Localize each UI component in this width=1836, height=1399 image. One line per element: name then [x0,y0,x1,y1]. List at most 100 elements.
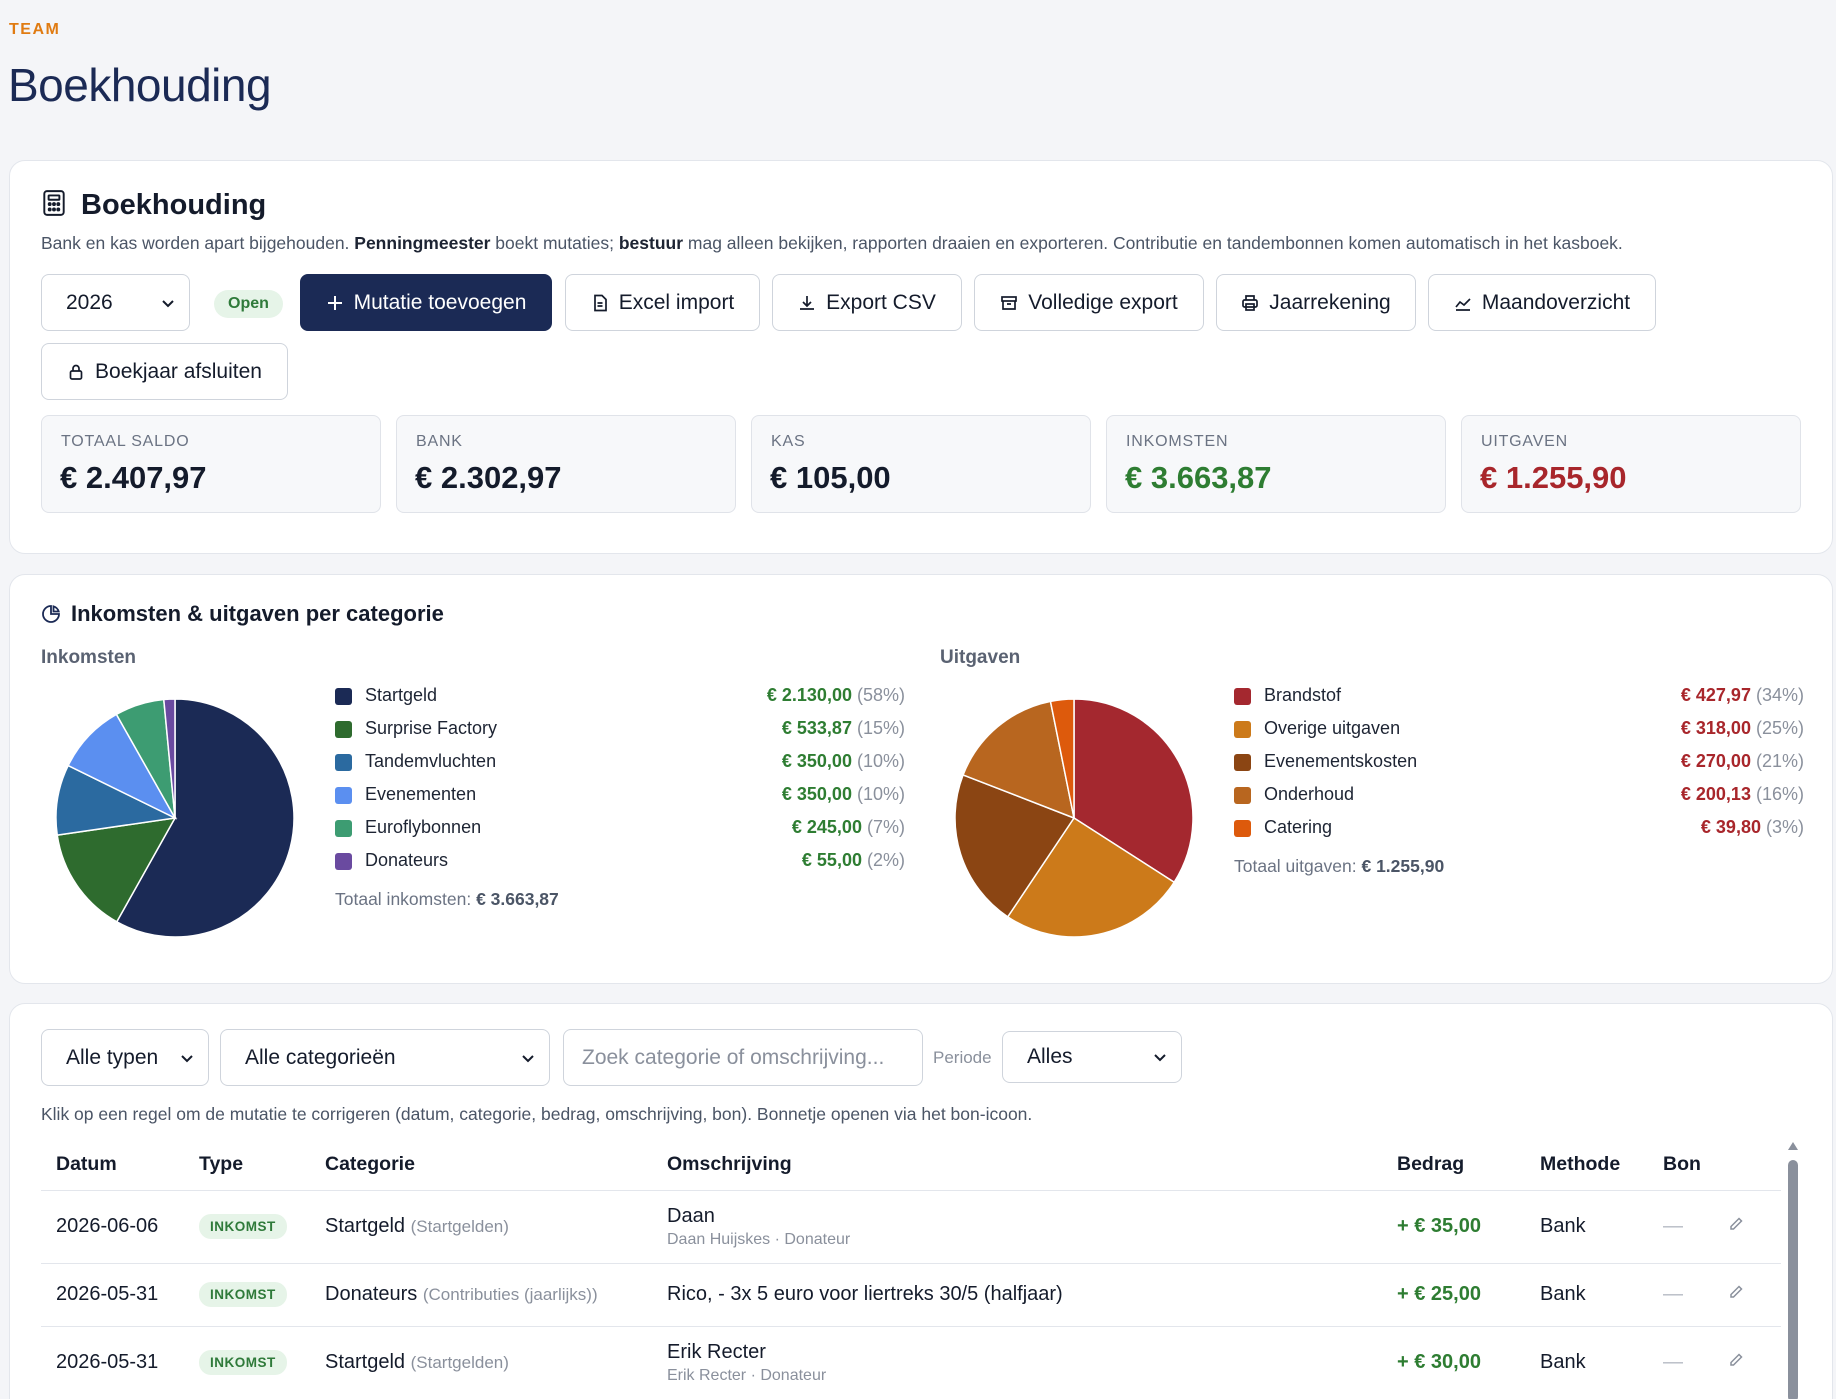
period-select[interactable]: Alles [1002,1031,1182,1083]
category-filter-select[interactable]: Alle categorieën [220,1029,550,1086]
chevron-down-icon [181,1054,193,1062]
cell-receipt[interactable]: — [1663,1190,1728,1264]
file-icon [593,294,607,311]
cell-amount: + € 25,00 [1397,1263,1540,1327]
cell-type: INKOMST [199,1263,325,1327]
legend-item: Tandemvluchten € 350,00 (10%) [335,749,905,782]
type-badge: INKOMST [199,1282,287,1307]
table-scrollbar[interactable] [1787,1142,1799,1399]
column-header-method[interactable]: Methode [1540,1139,1663,1191]
income-subtitle: Inkomsten [41,647,137,668]
cell-category: Donateurs (Contributies (jaarlijks)) [325,1263,667,1327]
archive-icon [1001,295,1018,310]
legend-item: Evenementskosten € 270,00 (21%) [1234,749,1804,782]
pencil-icon[interactable] [1728,1352,1744,1368]
column-header-description[interactable]: Omschrijving [667,1139,1397,1191]
cell-method: Bank [1540,1263,1663,1327]
status-badge: Open [214,290,283,318]
mutations-table: Datum Type Categorie Omschrijving Bedrag… [41,1139,1781,1399]
close-fiscal-year-button[interactable]: Boekjaar afsluiten [41,343,288,400]
export-csv-button[interactable]: Export CSV [772,274,962,331]
legend-label: Catering [1264,817,1333,837]
cell-actions [1728,1326,1781,1399]
legend-label: Evenementen [365,784,477,804]
legend-item: Euroflybonnen € 245,00 (7%) [335,815,905,848]
stat-label: INKOMSTEN [1126,433,1229,450]
eyebrow: TEAM [9,21,61,38]
legend-item: Surprise Factory € 533,87 (15%) [335,716,905,749]
cell-date: 2026-05-31 [41,1326,199,1399]
pencil-icon[interactable] [1728,1216,1744,1232]
stat-total-balance: TOTAAL SALDO € 2.407,97 [41,415,381,513]
legend-swatch [1234,754,1251,771]
table-row[interactable]: 2026-05-31 INKOMST Startgeld (Startgelde… [41,1326,1781,1399]
card-title: Boekhouding [81,189,267,221]
legend-swatch [335,754,352,771]
charts-title: Inkomsten & uitgaven per categorie [71,601,444,626]
legend-item: Startgeld € 2.130,00 (58%) [335,683,905,716]
cell-actions [1728,1190,1781,1264]
pencil-icon[interactable] [1728,1284,1744,1300]
search-input[interactable]: Zoek categorie of omschrijving... [563,1029,923,1086]
type-badge: INKOMST [199,1350,287,1375]
column-header-date[interactable]: Datum [41,1139,199,1191]
legend-item: Catering € 39,80 (3%) [1234,815,1804,848]
cell-receipt[interactable]: — [1663,1263,1728,1327]
cell-receipt[interactable]: — [1663,1326,1728,1399]
type-filter-select[interactable]: Alle typen [41,1029,209,1086]
stat-value: € 105,00 [770,460,891,495]
legend-swatch [1234,820,1251,837]
stat-value: € 1.255,90 [1480,460,1627,495]
income-legend: Startgeld € 2.130,00 (58%) Surprise Factor… [335,683,905,910]
accounting-card: Boekhouding Bank en kas worden apart bij… [9,160,1833,554]
cell-description: Erik Recter Erik Recter · Donateur [667,1326,1397,1399]
legend-label: Overige uitgaven [1264,718,1401,738]
full-export-button[interactable]: Volledige export [974,274,1204,331]
legend-label: Tandemvluchten [365,751,497,771]
legend-amount: € 2.130,00 (58%) [766,685,905,705]
legend-label: Evenementskosten [1264,751,1418,771]
cell-category: Startgeld (Startgelden) [325,1190,667,1264]
excel-import-button[interactable]: Excel import [565,274,760,331]
scrollbar-thumb[interactable] [1788,1160,1798,1399]
add-mutation-button[interactable]: Mutatie toevoegen [300,274,552,331]
chevron-down-icon [162,299,174,307]
charts-header: Inkomsten & uitgaven per categorie [41,601,444,627]
plus-icon [327,295,342,310]
legend-swatch [1234,787,1251,804]
chevron-down-icon [522,1054,534,1062]
legend-swatch [335,721,352,738]
stat-label: UITGAVEN [1481,433,1569,450]
column-header-amount[interactable]: Bedrag [1397,1139,1540,1191]
stat-bank: BANK € 2.302,97 [396,415,736,513]
mutations-card: Alle typen Alle categorieën Zoek categor… [9,1003,1833,1399]
legend-swatch [335,820,352,837]
category-charts-card: Inkomsten & uitgaven per categorie Inkom… [9,574,1833,984]
legend-amount: € 318,00 (25%) [1680,718,1804,738]
expense-legend: Brandstof € 427,97 (34%) Overige uitgaven €… [1234,683,1804,877]
legend-item: Onderhoud € 200,13 (16%) [1234,782,1804,815]
chevron-down-icon [1154,1054,1166,1062]
legend-total: Totaal inkomsten: € 3.663,87 [335,889,559,909]
card-header: Boekhouding [41,189,266,222]
cell-method: Bank [1540,1326,1663,1399]
column-header-actions [1728,1139,1781,1191]
download-icon [800,295,815,310]
legend-total: Totaal uitgaven: € 1.255,90 [1234,856,1445,876]
year-select[interactable]: 2026 [41,274,190,331]
legend-item: Brandstof € 427,97 (34%) [1234,683,1804,716]
printer-icon [1242,294,1259,311]
legend-item: Overige uitgaven € 318,00 (25%) [1234,716,1804,749]
column-header-category[interactable]: Categorie [325,1139,667,1191]
scroll-up-arrow-icon[interactable] [1788,1142,1798,1150]
table-row[interactable]: 2026-05-31 INKOMST Donateurs (Contributi… [41,1263,1781,1327]
monthly-overview-button[interactable]: Maandoverzicht [1428,274,1656,331]
annual-report-button[interactable]: Jaarrekening [1216,274,1416,331]
column-header-type[interactable]: Type [199,1139,325,1191]
table-row[interactable]: 2026-06-06 INKOMST Startgeld (Startgelde… [41,1190,1781,1264]
legend-swatch [335,853,352,870]
column-header-receipt[interactable]: Bon [1663,1139,1728,1191]
expense-pie-chart [954,698,1194,938]
page-title: Boekhouding [8,59,272,111]
stat-label: TOTAAL SALDO [61,433,190,450]
